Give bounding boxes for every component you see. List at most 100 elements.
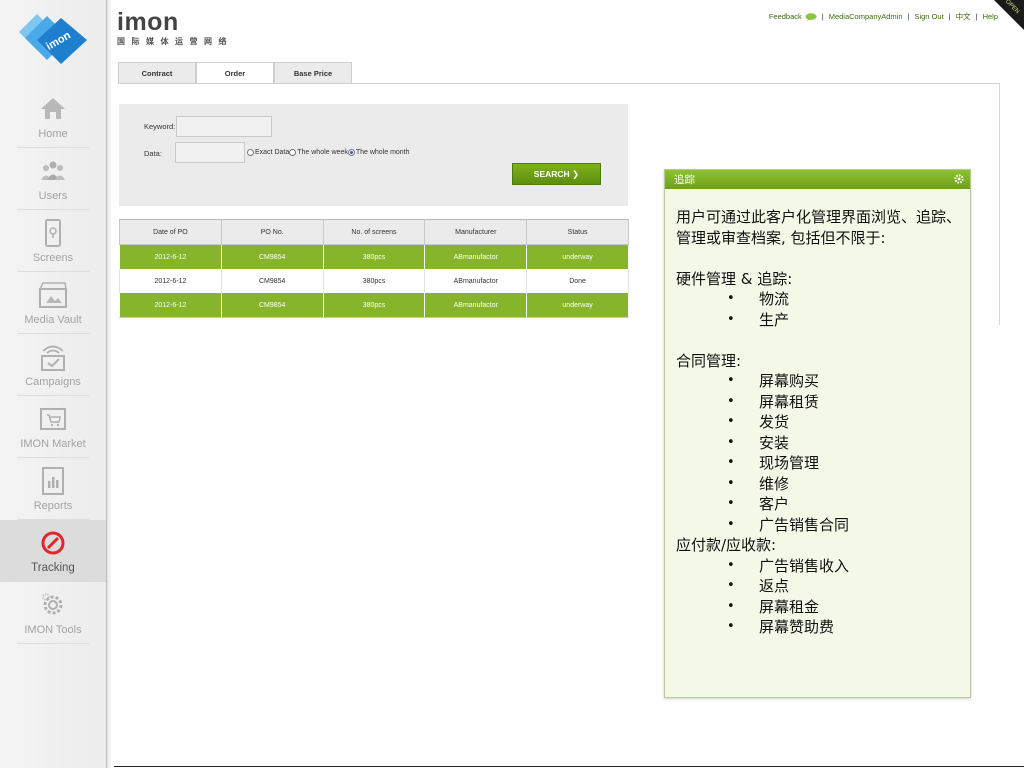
list-item: 现场管理 <box>676 453 970 474</box>
imon-logo[interactable]: imon <box>17 12 91 66</box>
screens-icon <box>45 219 61 247</box>
tools-icon <box>42 593 63 615</box>
radio-label: Exact Data <box>255 149 290 156</box>
feedback-link[interactable]: Feedback <box>769 12 802 21</box>
sidebar-item-label: Reports <box>33 500 73 512</box>
sidebar-item-label: Media Vault <box>24 314 82 326</box>
cell-status: underway <box>526 244 629 269</box>
radio-whole-month[interactable]: The whole month <box>347 149 410 156</box>
search-button[interactable]: SEARCH ❯ <box>512 163 601 185</box>
cell-manufacturer: ABmanufactor <box>424 244 528 269</box>
link-separator: | <box>948 12 951 21</box>
top-links: Feedback | MediaCompanyAdmin | Sign Out … <box>769 11 998 22</box>
radio-whole-week[interactable]: The whole week <box>289 149 348 156</box>
popup-intro: 用户可通过此客户化管理界面浏览、追踪、管理或审查档案, 包括但不限于: <box>676 208 962 247</box>
tab-bar: Contract Order Base Price <box>118 62 352 84</box>
radio-button[interactable] <box>289 149 297 156</box>
sidebar-item-media-vault[interactable]: Media Vault <box>0 272 106 334</box>
sidebar-item-label: Users <box>38 190 68 202</box>
list-item: 物流 <box>676 289 970 310</box>
keyword-input[interactable] <box>176 116 272 137</box>
popup-title: 追踪 <box>674 174 695 186</box>
cell-status: Done <box>526 269 629 293</box>
popup-body: 用户可通过此客户化管理界面浏览、追踪、管理或审查档案, 包括但不限于: 硬件管理… <box>665 189 970 638</box>
cell-date: 2012-6-12 <box>119 244 222 269</box>
list-item: 屏幕赞助费 <box>676 617 970 638</box>
sidebar-item-label: IMON Market <box>20 438 86 450</box>
table-header-row: Date of PO PO No. No. of screens Manufac… <box>119 219 629 245</box>
link-separator: | <box>821 12 824 21</box>
sidebar: imon Home Users Screens Media Vault Camp… <box>0 0 107 768</box>
radio-button-selected[interactable] <box>347 149 355 156</box>
radio-label: The whole week <box>297 149 348 156</box>
list-item: 安装 <box>676 433 970 454</box>
media-vault-icon <box>39 282 67 308</box>
cell-po-no: CM9854 <box>220 244 324 269</box>
sidebar-shadow <box>106 0 112 768</box>
popup-header: 追踪 <box>665 170 970 189</box>
brand-name: imon <box>117 8 179 36</box>
sidebar-item-reports[interactable]: Reports <box>0 458 106 520</box>
column-header-screens[interactable]: No. of screens <box>322 219 426 245</box>
column-header-manufacturer[interactable]: Manufacturer <box>424 219 528 245</box>
list-item: 广告销售合同 <box>676 515 970 536</box>
cell-date: 2012-6-12 <box>119 269 222 293</box>
logo-diamond-icon: imon <box>19 14 87 64</box>
cell-screens: 380pcs <box>322 244 426 269</box>
sidebar-item-home[interactable]: Home <box>0 86 106 148</box>
sidebar-item-campaigns[interactable]: Campaigns <box>0 334 106 396</box>
user-link[interactable]: MediaCompanyAdmin <box>829 12 903 21</box>
table-row[interactable]: 2012-6-12 CM9854 380pcs ABmanufactor und… <box>119 293 629 318</box>
cell-po-no: CM9854 <box>220 293 324 318</box>
list-item: 发货 <box>676 412 970 433</box>
list-item: 屏幕购买 <box>676 371 970 392</box>
sidebar-item-label: IMON Tools <box>24 624 82 636</box>
radio-label: The whole month <box>355 149 410 156</box>
table-row[interactable]: 2012-6-12 CM9854 380pcs ABmanufactor und… <box>119 244 629 269</box>
tracking-icon <box>41 531 65 555</box>
cell-po-no: CM9854 <box>220 269 324 293</box>
list-item: 广告销售收入 <box>676 556 970 577</box>
sidebar-item-users[interactable]: Users <box>0 148 106 210</box>
column-header-po-no[interactable]: PO No. <box>220 219 324 245</box>
sign-out-link[interactable]: Sign Out <box>914 12 943 21</box>
radio-exact-data[interactable]: Exact Data <box>247 149 289 156</box>
table-row[interactable]: 2012-6-12 CM9854 380pcs ABmanufactor Don… <box>119 269 629 293</box>
cell-screens: 380pcs <box>322 269 426 293</box>
sidebar-item-label: Screens <box>32 252 74 264</box>
tab-contract[interactable]: Contract <box>118 62 196 83</box>
cell-manufacturer: ABmanufactor <box>424 269 528 293</box>
tab-order[interactable]: Order <box>196 62 274 84</box>
column-header-date[interactable]: Date of PO <box>119 219 222 245</box>
column-header-status[interactable]: Status <box>526 219 629 245</box>
section-title: 硬件管理 & 追踪: <box>676 269 793 288</box>
market-icon <box>40 408 66 430</box>
data-label: Data: <box>144 149 162 158</box>
speech-bubble-icon[interactable] <box>805 12 817 21</box>
sidebar-item-imon-market[interactable]: IMON Market <box>0 396 106 458</box>
bottom-divider <box>114 766 1024 767</box>
po-table: Date of PO PO No. No. of screens Manufac… <box>119 219 629 318</box>
tab-base-price[interactable]: Base Price <box>274 62 352 83</box>
content-border <box>999 83 1000 325</box>
sidebar-item-label: Tracking <box>31 562 75 574</box>
cell-date: 2012-6-12 <box>119 293 222 318</box>
list-item: 客户 <box>676 494 970 515</box>
section-title: 合同管理: <box>676 351 742 370</box>
cell-status: underway <box>526 293 629 318</box>
campaigns-icon <box>41 345 65 371</box>
gear-icon[interactable] <box>953 173 965 185</box>
language-link[interactable]: 中文 <box>956 11 971 22</box>
date-range-options: Exact Data The whole week The whole mont… <box>247 149 410 156</box>
brand-header: imon 国际媒体运营网络 <box>117 10 233 47</box>
list-item: 维修 <box>676 474 970 495</box>
list-item: 屏幕租赁 <box>676 392 970 413</box>
sidebar-item-screens[interactable]: Screens <box>0 210 106 272</box>
data-input[interactable] <box>175 142 245 163</box>
sidebar-item-tracking[interactable]: Tracking <box>0 520 106 582</box>
tab-divider <box>118 83 1000 84</box>
radio-button[interactable] <box>247 149 254 156</box>
sidebar-item-imon-tools[interactable]: IMON Tools <box>0 582 106 644</box>
reports-icon <box>42 467 64 495</box>
home-icon <box>41 98 65 119</box>
